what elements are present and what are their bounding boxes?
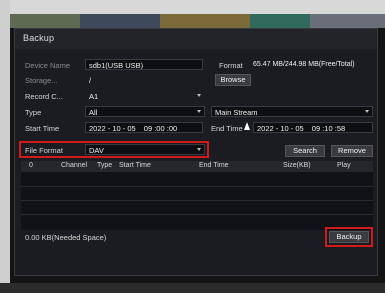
monitor-bezel (0, 0, 385, 14)
device-name-field[interactable]: sdb1(USB USB) (85, 59, 203, 70)
chevron-down-icon (197, 110, 201, 113)
start-time-label: Start Time (25, 124, 60, 133)
type-select[interactable]: All (85, 106, 205, 117)
start-date: 2022 - 10 - 05 (89, 124, 136, 133)
column-header: Play (337, 162, 351, 169)
table-row-divider (21, 200, 373, 201)
start-time-field[interactable]: 2022 - 10 - 05 09 :00 :00 (85, 122, 203, 133)
camera-tile (160, 14, 250, 28)
stream-select[interactable]: Main Stream (211, 106, 373, 117)
camera-tile (250, 14, 310, 28)
table-row-divider (21, 214, 373, 215)
monitor-bezel (0, 283, 385, 293)
camera-tile (10, 14, 80, 28)
start-clock: 09 :00 :00 (143, 124, 178, 133)
record-channel-select[interactable]: A1 (85, 90, 205, 101)
backup-highlight (325, 227, 373, 247)
column-header: Start Time (119, 162, 151, 169)
capacity-text: 65.47 MB/244.98 MB(Free/Total) (253, 61, 355, 68)
file-format-highlight (19, 141, 209, 158)
stream-value: Main Stream (215, 108, 258, 117)
browse-button[interactable]: Browse (215, 74, 251, 86)
device-name-label: Device Name (25, 61, 71, 70)
column-header: Size(KB) (283, 162, 311, 169)
dialog-title: Backup (15, 29, 377, 49)
needed-space-text: 0.00 KB(Needed Space) (25, 233, 107, 242)
storage-value: / (89, 76, 92, 85)
end-time-field[interactable]: 2022 - 10 - 05 09 :10 :58 (253, 122, 373, 133)
record-channel-label: Record C... (25, 92, 63, 101)
camera-tile (80, 14, 160, 28)
column-header: Channel (61, 162, 88, 169)
monitor-bezel (0, 0, 10, 293)
column-header: Type (97, 162, 113, 169)
end-time-label: End Time (211, 124, 243, 133)
search-button[interactable]: Search (285, 145, 325, 157)
chevron-down-icon (365, 110, 369, 113)
end-date: 2022 - 10 - 05 (257, 124, 304, 133)
column-header: 0 (29, 162, 33, 169)
remove-button[interactable]: Remove (331, 145, 373, 157)
results-table-body[interactable] (21, 172, 373, 230)
chevron-down-icon (197, 94, 201, 97)
camera-tile (310, 14, 385, 28)
column-header: End Time (199, 162, 229, 169)
mouse-cursor-icon (244, 122, 250, 130)
storage-label: Storage... (25, 76, 58, 85)
format-label: Format (219, 61, 243, 70)
record-channel-value: A1 (89, 92, 99, 101)
table-row-divider (21, 186, 373, 187)
type-value: All (89, 108, 98, 117)
end-clock: 09 :10 :58 (311, 124, 346, 133)
backup-dialog: Backup Device Name sdb1(USB USB) Format … (14, 28, 378, 276)
results-table-header: 0 Channel Type Start Time End Time Size(… (21, 161, 373, 172)
type-label: Type (25, 108, 42, 117)
